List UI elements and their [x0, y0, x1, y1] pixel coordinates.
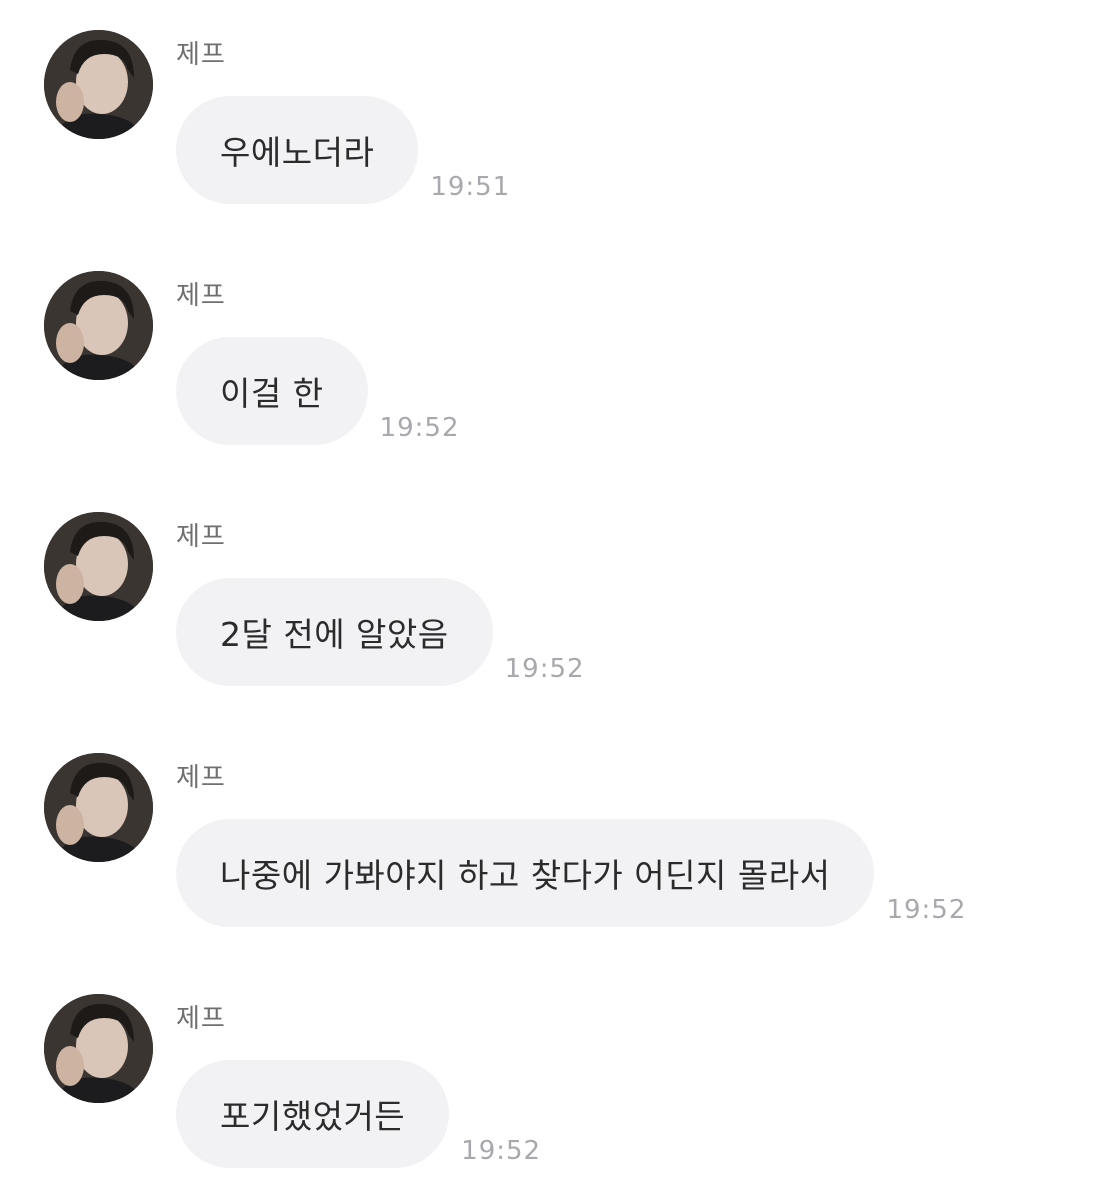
- message-bubble[interactable]: 우에노더라: [176, 96, 419, 204]
- sender-name: 제프: [176, 40, 226, 70]
- avatar[interactable]: [44, 512, 153, 621]
- message-line: 포기했었거든 19:52: [176, 1060, 541, 1168]
- message-timestamp: 19:51: [430, 172, 511, 202]
- profile-photo-icon: [44, 994, 153, 1103]
- profile-photo-icon: [44, 271, 153, 380]
- chat-thread: 제프 우에노더라 19:51 제프 이걸 한 19:52 제프 2달 전에 알았…: [0, 0, 1101, 1200]
- sender-name: 제프: [176, 281, 226, 311]
- message-timestamp: 19:52: [379, 413, 460, 443]
- avatar[interactable]: [44, 994, 153, 1103]
- message-line: 이걸 한 19:52: [176, 337, 460, 445]
- message-row: 제프 포기했었거든 19:52: [0, 964, 1101, 1168]
- avatar[interactable]: [44, 753, 153, 862]
- message-line: 우에노더라 19:51: [176, 96, 510, 204]
- message-row: 제프 2달 전에 알았음 19:52: [0, 482, 1101, 686]
- message-bubble[interactable]: 이걸 한: [176, 337, 368, 445]
- message-bubble[interactable]: 2달 전에 알았음: [176, 578, 493, 686]
- message-line: 2달 전에 알았음 19:52: [176, 578, 585, 686]
- message-bubble[interactable]: 나중에 가봐야지 하고 찾다가 어딘지 몰라서: [176, 819, 875, 927]
- message-row: 제프 우에노더라 19:51: [0, 0, 1101, 204]
- message-row: 제프 나중에 가봐야지 하고 찾다가 어딘지 몰라서 19:52: [0, 723, 1101, 927]
- message-row: 제프 이걸 한 19:52: [0, 241, 1101, 445]
- avatar[interactable]: [44, 30, 153, 139]
- avatar[interactable]: [44, 271, 153, 380]
- message-timestamp: 19:52: [886, 895, 967, 925]
- sender-name: 제프: [176, 522, 226, 552]
- profile-photo-icon: [44, 512, 153, 621]
- profile-photo-icon: [44, 30, 153, 139]
- profile-photo-icon: [44, 753, 153, 862]
- sender-name: 제프: [176, 763, 226, 793]
- sender-name: 제프: [176, 1004, 226, 1034]
- message-line: 나중에 가봐야지 하고 찾다가 어딘지 몰라서 19:52: [176, 819, 966, 927]
- message-timestamp: 19:52: [461, 1136, 542, 1166]
- message-bubble[interactable]: 포기했었거든: [176, 1060, 450, 1168]
- message-timestamp: 19:52: [504, 654, 585, 684]
